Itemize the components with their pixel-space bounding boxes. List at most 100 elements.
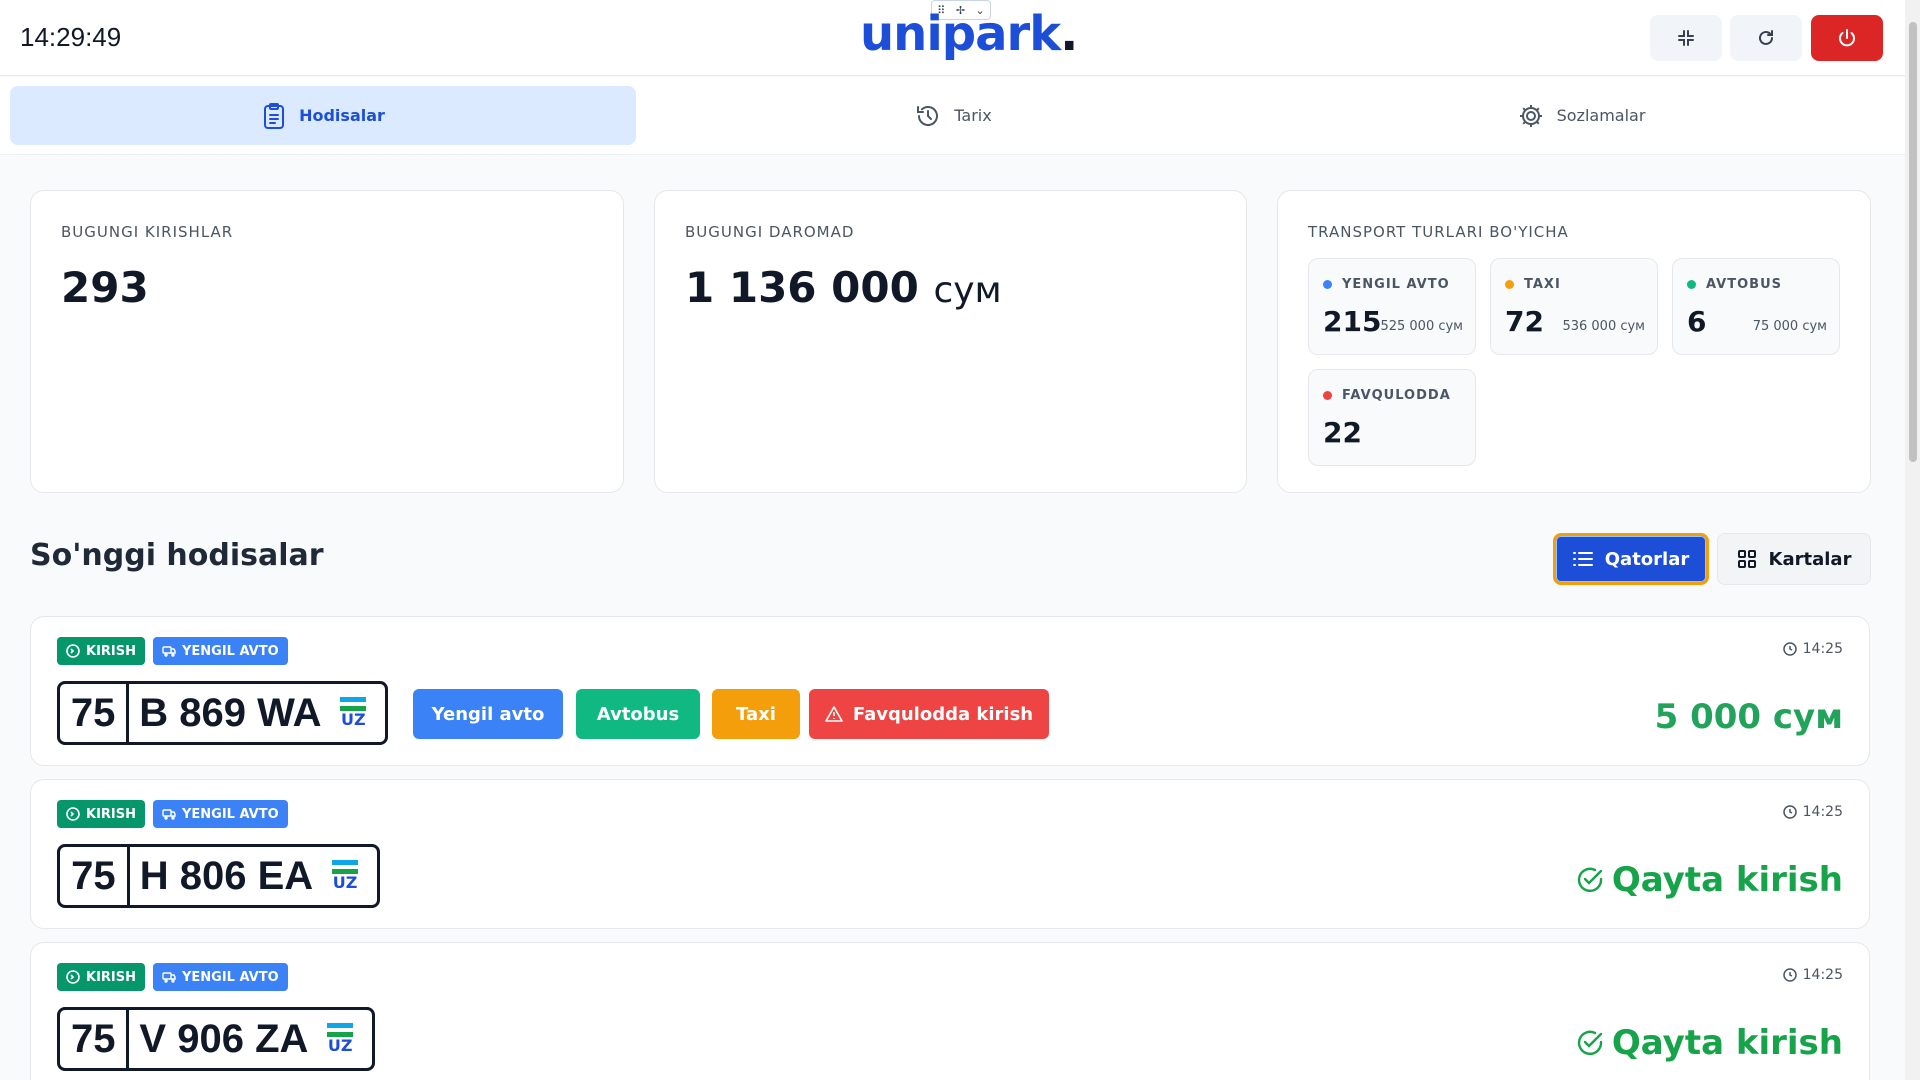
badge-label: KIRISH bbox=[86, 969, 137, 985]
car-icon bbox=[162, 646, 176, 657]
tab-hodisalar[interactable]: Hodisalar bbox=[10, 86, 636, 145]
plate-number: B 869 WA bbox=[139, 690, 322, 735]
time-label: 14:25 bbox=[1802, 967, 1843, 983]
plate-country: UZ bbox=[340, 710, 366, 729]
favqulodda-label: Favqulodda kirish bbox=[852, 703, 1034, 725]
kirish-badge: KIRISH bbox=[57, 800, 146, 828]
red-dot-icon bbox=[1323, 391, 1332, 400]
plate-country: UZ bbox=[332, 873, 358, 892]
clipboard-icon bbox=[264, 102, 285, 129]
license-plate: 75 V 906 ZA UZ bbox=[57, 1007, 375, 1071]
refresh-button[interactable] bbox=[1730, 15, 1802, 61]
arrow-circle-icon bbox=[66, 807, 80, 821]
event-row: KIRISH YENGIL AVTO 14:25 75 B 869 WA UZ … bbox=[30, 616, 1870, 766]
vehicle-badge: YENGIL AVTO bbox=[153, 963, 288, 991]
tab-label: Sozlamalar bbox=[1556, 106, 1646, 125]
revenue-card: BUGUNGI DAROMAD 1 136 000 сум bbox=[654, 190, 1247, 493]
green-dot-icon bbox=[1687, 280, 1696, 289]
favqulodda-kirish-button[interactable]: Favqulodda kirish bbox=[809, 689, 1049, 739]
kirish-badge: KIRISH bbox=[57, 637, 146, 665]
event-row: KIRISH YENGIL AVTO 14:25 75 H 806 EA UZ … bbox=[30, 779, 1870, 929]
clock-icon bbox=[1782, 968, 1797, 982]
scrollbar[interactable] bbox=[1905, 0, 1920, 1080]
tab-tarix[interactable]: Tarix bbox=[640, 86, 1266, 145]
taxi-button[interactable]: Taxi bbox=[712, 689, 800, 739]
plate-number: V 906 ZA bbox=[139, 1016, 309, 1061]
scrollbar-thumb[interactable] bbox=[1909, 22, 1917, 462]
mini-count: 22 bbox=[1323, 416, 1362, 449]
badge-label: YENGIL AVTO bbox=[182, 806, 279, 822]
orange-dot-icon bbox=[1505, 280, 1514, 289]
collapse-button[interactable] bbox=[1650, 15, 1722, 61]
license-plate: 75 B 869 WA UZ bbox=[57, 681, 388, 745]
logo-dot: . bbox=[1060, 6, 1078, 62]
badge-label: YENGIL AVTO bbox=[182, 643, 279, 659]
transport-item-yengil: YENGIL AVTO 215 525 000 сум bbox=[1308, 258, 1476, 355]
arrow-circle-icon bbox=[66, 644, 80, 658]
mini-count: 72 bbox=[1505, 305, 1544, 338]
mini-amount: 536 000 сум bbox=[1562, 319, 1645, 334]
time-label: 14:25 bbox=[1802, 641, 1843, 657]
entries-card: BUGUNGI KIRISHLAR 293 bbox=[30, 190, 624, 493]
badge-label: YENGIL AVTO bbox=[182, 969, 279, 985]
reentry-label: Qayta kirish bbox=[1611, 1023, 1843, 1063]
clock-icon bbox=[1782, 805, 1797, 819]
tab-label: Hodisalar bbox=[299, 106, 385, 125]
event-time: 14:25 bbox=[1782, 967, 1843, 983]
transport-item-avtobus: AVTOBUS 6 75 000 сум bbox=[1672, 258, 1840, 355]
gear-icon bbox=[1519, 104, 1542, 127]
uz-flag-icon: UZ bbox=[332, 684, 375, 742]
transport-item-taxi: TAXI 72 536 000 сум bbox=[1490, 258, 1658, 355]
reentry-status: Qayta kirish bbox=[1576, 1023, 1843, 1063]
transport-card: TRANSPORT TURLARI BO'YICHA YENGIL AVTO 2… bbox=[1277, 190, 1871, 493]
plate-region: 75 bbox=[60, 1010, 130, 1068]
mini-label: YENGIL AVTO bbox=[1342, 277, 1450, 292]
mini-count: 215 bbox=[1323, 305, 1382, 338]
transport-label: TRANSPORT TURLARI BO'YICHA bbox=[1308, 223, 1569, 241]
plate-region: 75 bbox=[60, 847, 130, 905]
history-icon bbox=[917, 105, 939, 126]
avtobus-button[interactable]: Avtobus bbox=[576, 689, 700, 739]
clock-icon bbox=[1782, 642, 1797, 656]
view-cards-button[interactable]: Kartalar bbox=[1717, 533, 1871, 585]
mini-label: AVTOBUS bbox=[1706, 277, 1782, 292]
yengil-avto-button[interactable]: Yengil avto bbox=[413, 689, 563, 739]
uz-flag-icon: UZ bbox=[318, 1010, 362, 1068]
logo: unipark. bbox=[860, 6, 1078, 62]
logo-text: unipark bbox=[860, 6, 1061, 62]
refresh-icon bbox=[1759, 30, 1773, 45]
vehicle-badge: YENGIL AVTO bbox=[153, 637, 288, 665]
revenue-value: 1 136 000 сум bbox=[685, 263, 1002, 312]
blue-dot-icon bbox=[1323, 280, 1332, 289]
time-label: 14:25 bbox=[1802, 804, 1843, 820]
car-icon bbox=[162, 809, 176, 820]
tab-sozlamalar[interactable]: Sozlamalar bbox=[1268, 86, 1894, 145]
clock: 14:29:49 bbox=[20, 22, 122, 52]
entries-label: BUGUNGI KIRISHLAR bbox=[61, 223, 234, 241]
revenue-label: BUGUNGI DAROMAD bbox=[685, 223, 855, 241]
badge-label: KIRISH bbox=[86, 806, 137, 822]
check-circle-icon bbox=[1577, 867, 1603, 892]
event-row: KIRISH YENGIL AVTO 14:25 75 V 906 ZA UZ … bbox=[30, 942, 1870, 1080]
view-rows-button[interactable]: Qatorlar bbox=[1553, 533, 1709, 585]
plate-country: UZ bbox=[327, 1036, 353, 1055]
event-time: 14:25 bbox=[1782, 641, 1843, 657]
revenue-unit: сум bbox=[933, 270, 1002, 311]
event-time: 14:25 bbox=[1782, 804, 1843, 820]
app-header: 14:29:49 ⠿ ✢ ⌄ unipark. bbox=[0, 0, 1905, 76]
list-icon bbox=[1572, 552, 1593, 566]
power-button[interactable] bbox=[1811, 15, 1883, 61]
plate-number: H 806 EA bbox=[139, 853, 314, 898]
kirish-badge: KIRISH bbox=[57, 963, 146, 991]
entries-value: 293 bbox=[61, 263, 149, 312]
warning-icon bbox=[825, 706, 843, 722]
view-rows-label: Qatorlar bbox=[1604, 548, 1690, 570]
uz-flag-icon: UZ bbox=[323, 847, 367, 905]
mini-label: FAVQULODDA bbox=[1342, 388, 1451, 403]
collapse-icon bbox=[1678, 30, 1694, 46]
plate-region: 75 bbox=[60, 684, 130, 742]
badge-label: KIRISH bbox=[86, 643, 137, 659]
grid-icon bbox=[1737, 550, 1756, 568]
mini-count: 6 bbox=[1687, 305, 1707, 338]
transport-item-favqulodda: FAVQULODDA 22 bbox=[1308, 369, 1476, 466]
